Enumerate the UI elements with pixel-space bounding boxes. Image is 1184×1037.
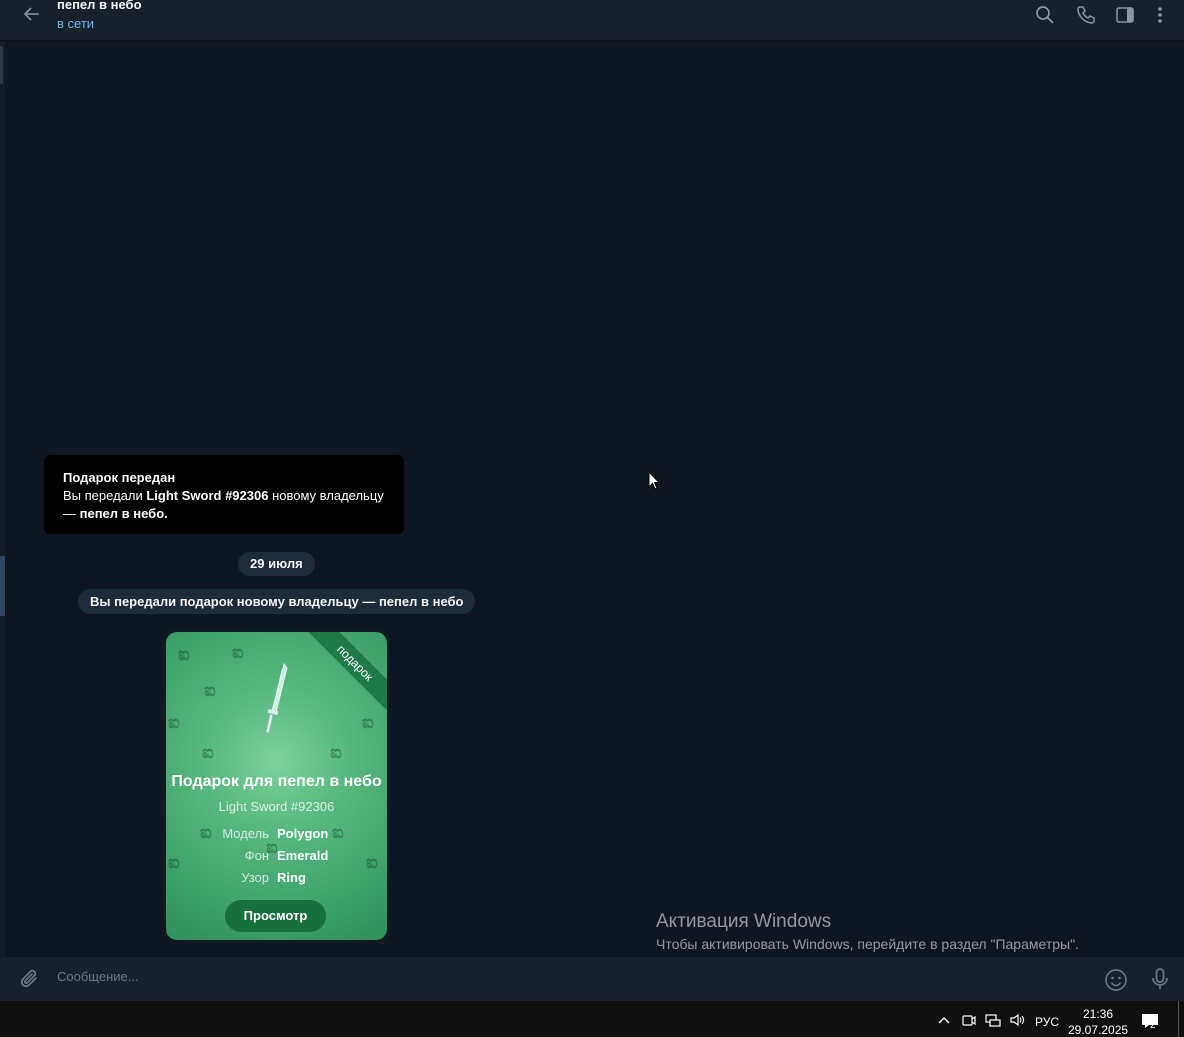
more-button[interactable] bbox=[1148, 3, 1172, 27]
volume-button[interactable] bbox=[1008, 1011, 1026, 1029]
clock-time: 21:36 bbox=[1082, 1007, 1114, 1021]
gift-card[interactable]: ಐ ಐ ಐ ಐ ಐ ಐ ಐ ಐ ಐ ಐ ಐ ಐ подарок Подарок … bbox=[163, 629, 390, 943]
attribute-key: Модель bbox=[222, 826, 269, 841]
light-sword-icon bbox=[265, 662, 288, 734]
mouse-cursor-icon bbox=[648, 471, 660, 490]
toast-text: Вы передали Light Sword #92306 новому вл… bbox=[63, 488, 384, 503]
activation-text: Чтобы активировать Windows, перейдите в … bbox=[656, 936, 1079, 952]
toast-title: Подарок передан bbox=[63, 470, 176, 485]
pattern-heart-icon: ಐ bbox=[204, 680, 216, 700]
network-icon bbox=[985, 1014, 1001, 1027]
chat-list-edge bbox=[0, 41, 5, 957]
chat-status: в сети bbox=[57, 16, 95, 31]
gift-attribute-pattern: Узор Ring bbox=[166, 870, 387, 888]
pattern-heart-icon: ಐ bbox=[178, 644, 190, 664]
phone-icon bbox=[1077, 6, 1095, 24]
attribute-value: Polygon bbox=[277, 826, 329, 841]
attach-button[interactable] bbox=[18, 967, 42, 991]
microphone-icon bbox=[1152, 968, 1168, 989]
show-desktop-button[interactable] bbox=[1178, 1001, 1179, 1037]
gift-subtitle: Light Sword #92306 bbox=[218, 799, 335, 814]
search-icon bbox=[1036, 6, 1054, 24]
windows-activation-watermark: Активация Windows Чтобы активировать Win… bbox=[656, 911, 1079, 952]
toast-gift-name: Light Sword #92306 bbox=[146, 488, 269, 503]
activation-title: Активация Windows bbox=[656, 911, 832, 932]
toast-recipient: пепел в небо. bbox=[79, 506, 168, 521]
chat-list-selection-marker bbox=[0, 556, 5, 616]
pattern-heart-icon: ಐ bbox=[330, 742, 342, 762]
back-arrow-icon bbox=[23, 7, 39, 21]
smile-icon bbox=[1105, 969, 1127, 991]
notification-count-badge: 2 bbox=[1150, 1020, 1156, 1031]
call-button[interactable] bbox=[1074, 3, 1098, 27]
sidebar-toggle-icon bbox=[1116, 7, 1134, 23]
gift-ribbon: подарок bbox=[307, 632, 387, 712]
speaker-icon bbox=[1010, 1013, 1025, 1027]
back-button[interactable] bbox=[20, 2, 44, 26]
taskbar-clock[interactable]: 21:36 29.07.2025 bbox=[1068, 1006, 1128, 1037]
message-input[interactable]: Сообщение... bbox=[57, 969, 1077, 989]
attribute-value: Ring bbox=[277, 870, 306, 885]
scrollbar-thumb[interactable] bbox=[0, 46, 3, 84]
gift-ribbon-label: подарок bbox=[307, 632, 387, 712]
more-vertical-icon bbox=[1158, 7, 1162, 23]
gift-attribute-model: Модель Polygon bbox=[166, 826, 387, 844]
pattern-heart-icon: ಐ bbox=[202, 742, 214, 762]
gift-attribute-backdrop: Фон Emerald bbox=[166, 848, 387, 866]
input-language-indicator[interactable]: РУС bbox=[1035, 1015, 1059, 1029]
gift-title: Подарок для пепел в небо bbox=[171, 773, 382, 790]
windows-taskbar: РУС 21:36 29.07.2025 2 bbox=[0, 1001, 1184, 1037]
pattern-heart-icon: ಐ bbox=[362, 712, 374, 732]
emoji-button[interactable] bbox=[1104, 968, 1128, 992]
voice-message-button[interactable] bbox=[1148, 967, 1172, 991]
clock-date: 29.07.2025 bbox=[1068, 1023, 1129, 1037]
network-button[interactable] bbox=[984, 1011, 1002, 1029]
paperclip-icon bbox=[20, 969, 37, 988]
show-hidden-icons-button[interactable] bbox=[935, 1011, 953, 1029]
pattern-heart-icon: ಐ bbox=[168, 712, 180, 732]
pattern-heart-icon: ಐ bbox=[232, 642, 244, 662]
attribute-key: Фон bbox=[244, 848, 269, 863]
attribute-value: Emerald bbox=[277, 848, 329, 863]
camera-icon bbox=[962, 1015, 976, 1026]
sidebar-toggle-button[interactable] bbox=[1113, 3, 1137, 27]
message-composer: Сообщение... bbox=[0, 957, 1184, 1001]
search-button[interactable] bbox=[1033, 3, 1057, 27]
date-separator: 29 июля bbox=[238, 552, 315, 576]
attribute-key: Узор bbox=[241, 870, 269, 885]
chat-title[interactable]: пепел в небо bbox=[57, 0, 142, 12]
chevron-up-icon bbox=[938, 1017, 950, 1024]
chat-header: пепел в небо в сети bbox=[0, 0, 1184, 41]
view-gift-button[interactable]: Просмотр bbox=[225, 900, 326, 932]
gift-card-body: ಐ ಐ ಐ ಐ ಐ ಐ ಐ ಐ ಐ ಐ ಐ ಐ подарок Подарок … bbox=[166, 632, 387, 940]
meet-now-button[interactable] bbox=[960, 1011, 978, 1029]
gift-transferred-toast: Подарок передан Вы передали Light Sword … bbox=[44, 455, 404, 534]
service-message: Вы передали подарок новому владельцу — п… bbox=[78, 589, 476, 614]
